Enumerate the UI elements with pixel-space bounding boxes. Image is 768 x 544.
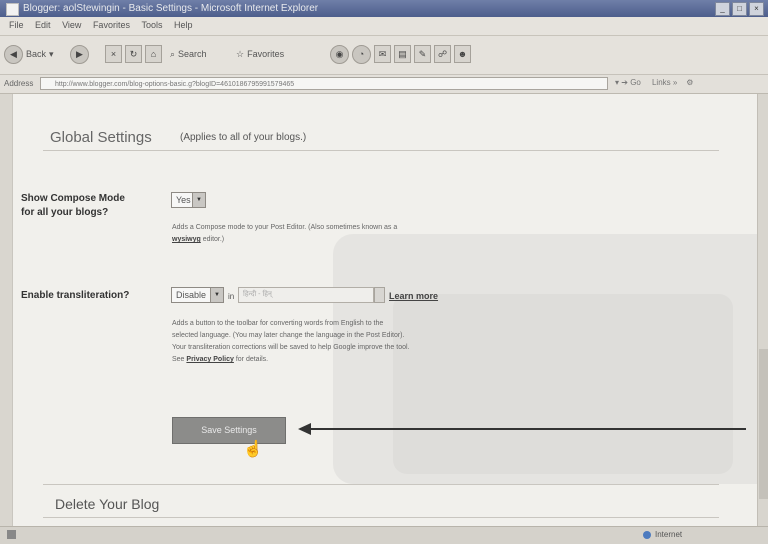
transliteration-help-line2: selected language. (You may later change… — [172, 332, 405, 339]
menu-help[interactable]: Help — [174, 20, 193, 30]
save-settings-button[interactable]: Save Settings — [172, 417, 286, 444]
transliteration-help-line1: Adds a button to the toolbar for convert… — [172, 320, 384, 327]
back-group[interactable]: ◀ Back ▾ — [4, 44, 54, 64]
security-zone: Internet — [655, 530, 683, 539]
address-input[interactable]: http://www.blogger.com/blog-options-basi… — [40, 77, 608, 90]
browser-icon — [6, 3, 19, 16]
links-label[interactable]: Links — [652, 78, 671, 87]
compose-mode-label-line2: for all your blogs? — [21, 207, 109, 218]
compose-help-tail: editor.) — [200, 236, 225, 243]
status-bar: Internet — [0, 526, 768, 544]
transliteration-select[interactable]: Disable ▼ — [171, 287, 224, 303]
delete-divider-top — [43, 484, 719, 485]
delete-blog-title: Delete Your Blog — [55, 496, 160, 512]
address-label: Address — [4, 79, 34, 88]
menu-file[interactable]: File — [9, 20, 24, 30]
media-icon[interactable]: ◉ — [330, 44, 349, 64]
compose-mode-label-line1: Show Compose Mode — [21, 193, 125, 204]
favorites-star-icon[interactable]: ☆ — [236, 49, 244, 60]
address-bar: Address http://www.blogger.com/blog-opti… — [0, 75, 768, 94]
compose-help-line2: wysiwyg editor.) — [172, 234, 552, 246]
privacy-policy-link[interactable]: Privacy Policy — [186, 356, 233, 363]
delete-divider — [43, 517, 719, 518]
address-right: ▾ ➔ Go Links » ⚙ — [615, 78, 693, 87]
transliteration-label: Enable transliteration? — [21, 290, 130, 301]
close-button[interactable]: × — [749, 2, 764, 16]
edit-icon[interactable]: ✎ — [414, 45, 431, 63]
section-divider — [43, 150, 719, 151]
messenger-icon[interactable]: ☻ — [454, 45, 471, 63]
globe-icon — [643, 531, 651, 539]
chevron-down-icon[interactable]: ▼ — [210, 288, 223, 302]
maximize-button[interactable]: □ — [732, 2, 747, 16]
compose-mode-value: Yes — [176, 195, 191, 205]
transliteration-value: Disable — [176, 290, 207, 300]
title-bar: Blogger: aolStewingin - Basic Settings -… — [0, 0, 768, 17]
forward-arrow-icon[interactable]: ▶ — [70, 44, 89, 64]
learn-more-link[interactable]: Learn more — [389, 291, 438, 301]
refresh-icon[interactable]: ↻ — [125, 45, 142, 63]
page-scrollbar[interactable] — [757, 94, 768, 526]
callout-arrow-line — [310, 428, 746, 430]
details-text: for details. — [233, 356, 269, 363]
home-icon[interactable]: ⌂ — [145, 45, 162, 63]
favorites-label[interactable]: Favorites — [247, 49, 284, 59]
menu-view[interactable]: View — [62, 20, 81, 30]
menu-favorites[interactable]: Favorites — [93, 20, 130, 30]
browser-toolbar: ◀ Back ▾ ▶ × ↻ ⌂ ⌕ Search ☆ Favorites ◉ … — [0, 36, 768, 75]
address-dropdown-icon[interactable]: ▾ — [615, 78, 619, 87]
favorites-group[interactable]: ☆ Favorites — [236, 45, 284, 63]
window-title: Blogger: aolStewingin - Basic Settings -… — [23, 3, 319, 14]
search-label[interactable]: Search — [178, 49, 207, 59]
language-select[interactable]: हिन्दी - हिन् — [238, 287, 374, 303]
hand-cursor-icon: ☝ — [243, 441, 263, 458]
forward-group[interactable]: ▶ — [70, 44, 89, 64]
compose-mode-help: Adds a Compose mode to your Post Editor.… — [172, 222, 552, 246]
chevron-down-icon[interactable]: ▼ — [192, 193, 205, 207]
compose-mode-label: Show Compose Mode for all your blogs? — [21, 192, 125, 220]
compose-mode-select[interactable]: Yes ▼ — [171, 192, 206, 208]
back-label[interactable]: Back — [26, 49, 46, 59]
links-chevron-icon[interactable]: » — [673, 78, 677, 87]
menu-bar: File Edit View Favorites Tools Help — [0, 17, 768, 36]
wysiwyg-link[interactable]: wysiwyg — [172, 236, 201, 243]
search-icon[interactable]: ⌕ — [170, 49, 175, 60]
transliteration-help-line4: See Privacy Policy for details. — [172, 354, 572, 366]
discuss-icon[interactable]: ☍ — [434, 45, 451, 63]
page-buttons: × ↻ ⌂ — [105, 45, 162, 63]
transliteration-separator: in — [228, 292, 235, 301]
go-icon[interactable]: ➔ — [621, 78, 628, 87]
back-arrow-icon[interactable]: ◀ — [4, 44, 23, 64]
transliteration-help-line3: Your transliteration corrections will be… — [172, 344, 410, 351]
compose-help-line1: Adds a Compose mode to your Post Editor.… — [172, 224, 398, 231]
window-controls: _ □ × — [715, 2, 764, 16]
global-settings-subtitle: (Applies to all of your blogs.) — [180, 132, 307, 143]
stop-icon[interactable]: × — [105, 45, 122, 63]
scrollbar-thumb[interactable] — [759, 349, 768, 499]
see-text: See — [172, 356, 187, 363]
menu-tools[interactable]: Tools — [141, 20, 162, 30]
menu-edit[interactable]: Edit — [35, 20, 51, 30]
chevron-down-icon[interactable]: ▾ — [49, 49, 54, 60]
history-icon[interactable]: ◔ — [352, 44, 371, 64]
print-icon[interactable]: ▤ — [394, 45, 411, 63]
global-settings-title: Global Settings — [50, 129, 152, 146]
minimize-button[interactable]: _ — [715, 2, 730, 16]
go-button[interactable]: Go — [630, 78, 641, 87]
callout-arrow-head — [298, 423, 311, 435]
page-content: Global Settings (Applies to all of your … — [12, 94, 759, 526]
mail-icon[interactable]: ✉ — [374, 45, 391, 63]
tools-icon[interactable]: ⚙ — [686, 78, 693, 87]
language-dropdown-icon[interactable] — [374, 287, 385, 303]
search-group[interactable]: ⌕ Search — [170, 45, 207, 63]
page-status-icon — [7, 530, 16, 539]
extra-tools: ◉ ◔ ✉ ▤ ✎ ☍ ☻ — [330, 44, 471, 64]
transliteration-help: Adds a button to the toolbar for convert… — [172, 318, 572, 366]
